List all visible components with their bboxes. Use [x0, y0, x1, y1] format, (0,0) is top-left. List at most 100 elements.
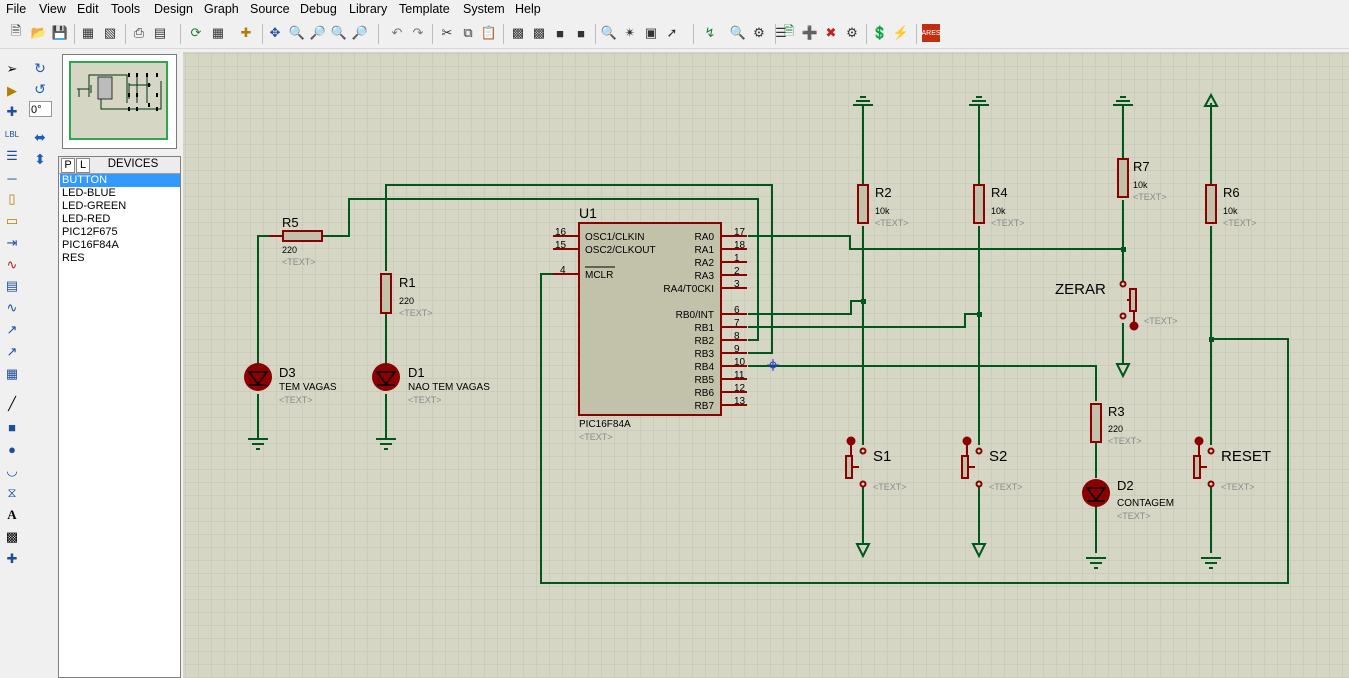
make-device-icon[interactable]: ✴ [621, 24, 639, 42]
copy-icon[interactable]: ⧉ [459, 24, 477, 42]
paste-icon[interactable]: 📋 [480, 24, 498, 42]
grid-icon[interactable]: ▦ [209, 24, 227, 42]
menu-debug[interactable]: Debug [300, 2, 337, 16]
property-tool-icon[interactable]: ⚙ [750, 24, 768, 42]
zoom-all-icon[interactable]: 🔍 [330, 24, 348, 42]
menu-library[interactable]: Library [349, 2, 387, 16]
zoom-in-icon[interactable]: 🔍 [288, 24, 306, 42]
resistor-r7[interactable] [1117, 158, 1129, 198]
rotate-anticlockwise-icon[interactable]: ↺ [31, 80, 49, 98]
pick-devices-button[interactable]: P [61, 158, 75, 173]
arc-tool-icon[interactable]: ◡ [3, 462, 21, 480]
box-tool-icon[interactable]: ■ [3, 418, 21, 436]
menu-source[interactable]: Source [250, 2, 290, 16]
graph-mode-icon[interactable]: ∿ [3, 256, 21, 274]
block-delete-icon[interactable]: ■ [572, 24, 590, 42]
netlist-icon[interactable]: ⚙ [843, 24, 861, 42]
menu-edit[interactable]: Edit [77, 2, 99, 16]
exit-sheet-icon[interactable]: ✖ [822, 24, 840, 42]
remove-sheet-icon[interactable]: ➕ [801, 24, 819, 42]
resistor-r6[interactable] [1205, 184, 1217, 224]
save-icon[interactable]: 💾 [51, 24, 69, 42]
packaging-icon[interactable]: ▣ [642, 24, 660, 42]
device-item[interactable]: LED-GREEN [60, 200, 180, 213]
selection-mode-icon[interactable]: ➢ [3, 60, 21, 78]
path-tool-icon[interactable]: ⧖ [3, 484, 21, 502]
undo-icon[interactable]: ↶ [388, 24, 406, 42]
menu-template[interactable]: Template [399, 2, 450, 16]
resistor-r3[interactable] [1090, 403, 1102, 443]
library-manager-button[interactable]: L [76, 158, 90, 173]
block-copy-icon[interactable]: ▩ [509, 24, 527, 42]
circle-tool-icon[interactable]: ● [3, 440, 21, 458]
new-file-icon[interactable]: 🗎 [7, 23, 25, 42]
resistor-r5[interactable] [282, 230, 323, 242]
mirror-horizontal-icon[interactable]: ⬌ [31, 128, 49, 146]
junction-dot[interactable] [861, 299, 866, 304]
component-mode-icon[interactable]: ▶ [3, 82, 21, 100]
voltage-probe-icon[interactable]: ↗ [3, 321, 21, 339]
print-area-icon[interactable]: ▤ [151, 24, 169, 42]
print-icon[interactable]: ⎙ [130, 24, 148, 42]
text-tool-icon[interactable]: A [3, 506, 21, 524]
device-item[interactable]: PIC16F84A [60, 239, 180, 252]
decompose-icon[interactable]: ➚ [663, 24, 681, 42]
menu-help[interactable]: Help [515, 2, 541, 16]
export-icon[interactable]: ▧ [101, 24, 119, 42]
device-item[interactable]: BUTTON [60, 174, 180, 187]
led-d1[interactable] [372, 363, 400, 391]
subcircuit-mode-icon[interactable]: ▯ [3, 190, 21, 208]
search-tag-icon[interactable]: 🔍 [729, 24, 747, 42]
pick-device-icon[interactable]: 🔍 [600, 24, 618, 42]
junction-dot[interactable] [977, 312, 982, 317]
menu-tools[interactable]: Tools [111, 2, 140, 16]
resistor-r1[interactable] [380, 273, 392, 314]
line-tool-icon[interactable]: ╱ [3, 395, 21, 413]
bom-icon[interactable]: 💲 [871, 24, 889, 42]
junction-dot[interactable] [1209, 337, 1214, 342]
device-item[interactable]: PIC12F675 [60, 226, 180, 239]
menu-view[interactable]: View [39, 2, 66, 16]
marker-tool-icon[interactable]: ✚ [3, 550, 21, 568]
current-probe-icon[interactable]: ↗ [3, 343, 21, 361]
virtual-instrument-icon[interactable]: ▦ [3, 365, 21, 383]
device-item[interactable]: RES [60, 252, 180, 265]
menu-graph[interactable]: Graph [204, 2, 239, 16]
pan-icon[interactable]: ✥ [266, 24, 284, 42]
wire-autorouter-icon[interactable]: ↯ [701, 24, 719, 42]
redraw-icon[interactable]: ⟳ [187, 24, 205, 42]
tape-recorder-icon[interactable]: ▤ [3, 277, 21, 295]
redo-icon[interactable]: ↷ [409, 24, 427, 42]
label-mode-icon[interactable]: LBL [3, 125, 21, 143]
resistor-r4[interactable] [973, 184, 985, 224]
device-item[interactable]: LED-RED [60, 213, 180, 226]
pic16f84a-chip[interactable]: U1 PIC16F84A <TEXT> 16 OSC1/CLKIN 15 OSC… [553, 205, 747, 442]
device-item[interactable]: LED-BLUE [60, 187, 180, 200]
cut-icon[interactable]: ✂ [438, 24, 456, 42]
erc-icon[interactable]: ⚡ [892, 24, 910, 42]
menu-file[interactable]: File [6, 2, 26, 16]
zoom-out-icon[interactable]: 🔎 [309, 24, 327, 42]
origin-icon[interactable]: ✚ [237, 24, 255, 42]
text-script-mode-icon[interactable]: ☰ [3, 147, 21, 165]
led-d3[interactable] [244, 363, 272, 391]
add-sheet-icon[interactable]: 🗎 [780, 23, 798, 42]
open-folder-icon[interactable]: 📂 [30, 24, 48, 42]
generator-mode-icon[interactable]: ∿ [3, 299, 21, 317]
overview-viewport[interactable] [69, 61, 168, 140]
schematic-canvas[interactable]: U1 PIC16F84A <TEXT> 16 OSC1/CLKIN 15 OSC… [183, 52, 1349, 678]
symbol-tool-icon[interactable]: ▩ [3, 528, 21, 546]
block-move-icon[interactable]: ▩ [530, 24, 548, 42]
menu-system[interactable]: System [463, 2, 505, 16]
overview-window[interactable] [62, 54, 177, 149]
bus-mode-icon[interactable]: ─ [3, 169, 21, 187]
led-d2[interactable] [1082, 479, 1110, 507]
terminals-mode-icon[interactable]: ▭ [3, 212, 21, 230]
block-rotate-icon[interactable]: ■ [551, 24, 569, 42]
mirror-vertical-icon[interactable]: ⬍ [31, 150, 49, 168]
junction-dot[interactable] [1121, 247, 1126, 252]
resistor-r2[interactable] [857, 184, 869, 224]
rotation-angle-field[interactable]: 0° [29, 101, 52, 117]
import-icon[interactable]: ▦ [79, 24, 97, 42]
pin-mode-icon[interactable]: ⇥ [3, 234, 21, 252]
